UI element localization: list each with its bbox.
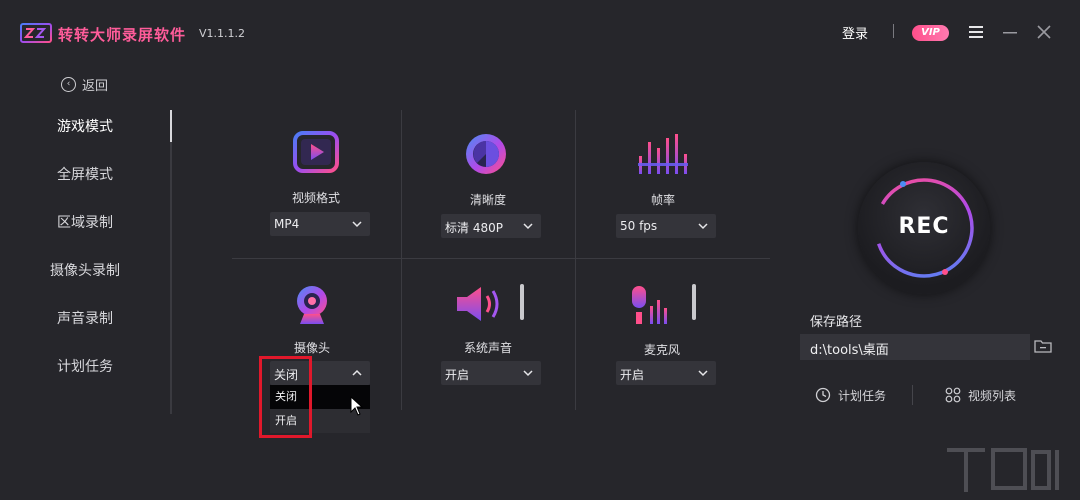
minimize-icon[interactable] (1000, 22, 1020, 42)
clarity-value: 标清 480P (445, 221, 503, 235)
camera-label: 摄像头 (293, 341, 330, 355)
microphone-icon (632, 286, 667, 324)
scheduled-task-button[interactable]: 计划任务 (815, 386, 886, 404)
grid-divider (401, 110, 402, 410)
sidebar-item-audio-record[interactable]: 声音录制 (30, 308, 140, 328)
video-list-label: 视频列表 (968, 388, 1017, 403)
system-sound-value: 开启 (445, 368, 470, 382)
menu-icon[interactable] (966, 22, 986, 42)
video-format-value: MP4 (274, 217, 300, 231)
sidebar-item-fullscreen-mode[interactable]: 全屏模式 (30, 164, 140, 184)
close-icon[interactable] (1034, 22, 1054, 42)
frame-rate-select[interactable]: 50 fps (616, 214, 716, 238)
sidebar-item-scheduled-task[interactable]: 计划任务 (30, 356, 140, 376)
video-format-select[interactable]: MP4 (270, 212, 370, 236)
save-path-field[interactable]: d:\tools\桌面 (800, 334, 1030, 360)
speaker-icon (457, 287, 499, 321)
clarity-label: 清晰度 (469, 193, 506, 207)
system-volume-slider[interactable] (520, 284, 524, 320)
frame-rate-value: 50 fps (620, 219, 658, 233)
chevron-down-icon (352, 221, 362, 228)
system-sound-label: 系统声音 (463, 341, 512, 355)
microphone-label: 麦克风 (643, 343, 680, 357)
chevron-down-icon (698, 223, 708, 230)
grid-icon (945, 387, 961, 403)
save-path-title: 保存路径 (810, 315, 863, 330)
folder-icon[interactable] (1034, 338, 1052, 354)
app-version: V1.1.1.2 (199, 27, 246, 40)
grid-divider (575, 110, 576, 410)
chevron-up-icon (352, 369, 362, 376)
sidebar-track (170, 110, 172, 414)
scheduled-task-label: 计划任务 (838, 388, 887, 403)
video-format-label: 视频格式 (291, 191, 340, 205)
microphone-select[interactable]: 开启 (616, 361, 716, 385)
chevron-down-icon (523, 370, 533, 377)
sidebar-item-game-mode[interactable]: 游戏模式 (30, 116, 140, 136)
login-link[interactable]: 登录 (842, 23, 868, 42)
clock-icon (815, 387, 831, 403)
sidebar-active-indicator (170, 110, 172, 142)
frame-rate-label: 帧率 (650, 193, 675, 207)
clarity-icon (466, 134, 506, 174)
mic-volume-slider[interactable] (692, 284, 696, 320)
sidebar-item-region-record[interactable]: 区域录制 (30, 212, 140, 232)
title-bar: 转转大师录屏软件 V1.1.1.2 登录 VIP (0, 0, 1080, 64)
webcam-icon (297, 286, 327, 324)
app-title: 转转大师录屏软件 (58, 26, 187, 44)
system-sound-select[interactable]: 开启 (441, 361, 541, 385)
app-logo-icon (20, 23, 52, 43)
equalizer-icon (638, 134, 688, 174)
rec-button[interactable]: REC (858, 162, 990, 294)
vip-badge[interactable]: VIP (912, 25, 949, 41)
rec-label: REC (898, 214, 950, 239)
back-arrow-icon: ‹ (61, 76, 76, 92)
play-icon (293, 131, 339, 173)
microphone-value: 开启 (620, 368, 645, 382)
chevron-down-icon (698, 370, 708, 377)
sidebar-item-camera-record[interactable]: 摄像头录制 (30, 260, 140, 280)
back-label: 返回 (82, 78, 109, 94)
watermark-logo (947, 448, 1059, 492)
title-separator (893, 24, 894, 38)
back-button[interactable]: ‹ 返回 (61, 74, 108, 94)
video-list-button[interactable]: 视频列表 (945, 386, 1016, 404)
bottom-separator (912, 385, 913, 405)
annotation-highlight-box (259, 356, 312, 438)
mouse-cursor-icon (350, 396, 364, 416)
chevron-down-icon (523, 223, 533, 230)
clarity-select[interactable]: 标清 480P (441, 214, 541, 238)
grid-divider (232, 258, 770, 259)
